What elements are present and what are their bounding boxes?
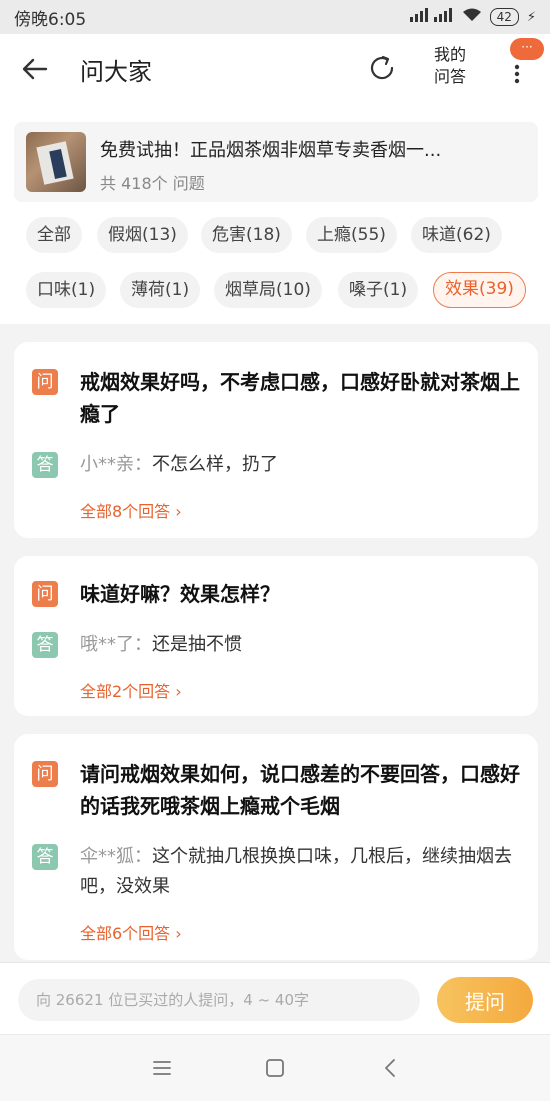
all-answers-label: 全部6个回答 bbox=[80, 924, 171, 943]
wifi-icon bbox=[462, 8, 482, 26]
ask-bar: 提问 bbox=[0, 962, 550, 1035]
ask-button[interactable]: 提问 bbox=[437, 977, 533, 1023]
menu-icon[interactable] bbox=[151, 1057, 173, 1079]
answer-text: 不怎么样，扔了 bbox=[152, 454, 278, 475]
all-answers-label: 全部8个回答 bbox=[80, 502, 171, 521]
tag-taste[interactable]: 味道(62) bbox=[411, 217, 502, 253]
tag-harm[interactable]: 危害(18) bbox=[201, 217, 292, 253]
question-badge: 问 bbox=[32, 761, 58, 787]
signal-icon bbox=[409, 8, 454, 26]
charging-icon: ⚡ bbox=[526, 9, 536, 25]
answer-badge: 答 bbox=[32, 452, 58, 478]
answer-user: 小**亲： bbox=[80, 454, 152, 475]
answer-line: 小**亲：不怎么样，扔了 bbox=[80, 450, 520, 480]
product-title: 免费试抽！正品烟茶烟非烟草专卖香烟一... bbox=[100, 140, 442, 161]
header: 问大家 我的 问答 ··· bbox=[0, 34, 550, 102]
back-arrow-icon[interactable] bbox=[20, 54, 50, 84]
answer-badge: 答 bbox=[32, 844, 58, 870]
message-badge: ··· bbox=[510, 38, 544, 60]
answer-line: 伞**狐：这个就抽几根换换口味，几根后，继续抽烟去吧，没效果 bbox=[80, 842, 520, 902]
system-nav-bar bbox=[0, 1034, 550, 1101]
tag-tobacco-bureau[interactable]: 烟草局(10) bbox=[214, 272, 322, 308]
answer-user: 伞**狐： bbox=[80, 846, 152, 867]
chevron-right-icon: › bbox=[170, 682, 182, 701]
status-icons: 42 ⚡ bbox=[409, 8, 536, 26]
page-title: 问大家 bbox=[80, 58, 152, 86]
question-text: 味道好嘛？效果怎样？ bbox=[80, 582, 280, 606]
all-answers-link[interactable]: 全部6个回答 › bbox=[80, 920, 182, 944]
tag-flavor[interactable]: 口味(1) bbox=[26, 272, 107, 308]
tag-mint[interactable]: 薄荷(1) bbox=[120, 272, 201, 308]
my-qa-button[interactable]: 我的 问答 bbox=[430, 44, 470, 88]
ask-question-input[interactable] bbox=[18, 979, 420, 1021]
question-badge: 问 bbox=[32, 369, 58, 395]
question-text: 请问戒烟效果如何，说口感差的不要回答，口感好的话我死哦茶烟上瘾戒个毛烟 bbox=[80, 762, 520, 818]
answer-user: 哦**了： bbox=[80, 634, 152, 655]
tag-all[interactable]: 全部 bbox=[26, 217, 82, 253]
question-badge: 问 bbox=[32, 581, 58, 607]
all-answers-link[interactable]: 全部2个回答 › bbox=[80, 678, 182, 702]
status-bar: 傍晚6:05 42 ⚡ bbox=[0, 0, 550, 34]
tag-throat[interactable]: 嗓子(1) bbox=[338, 272, 419, 308]
tag-fake[interactable]: 假烟(13) bbox=[97, 217, 188, 253]
all-answers-label: 全部2个回答 bbox=[80, 682, 171, 701]
question-text: 戒烟效果好吗，不考虑口感，口感好卧就对茶烟上瘾了 bbox=[80, 370, 520, 426]
answer-line: 哦**了：还是抽不惯 bbox=[80, 630, 520, 660]
back-nav-icon[interactable] bbox=[380, 1057, 402, 1079]
answer-badge: 答 bbox=[32, 632, 58, 658]
home-icon[interactable] bbox=[264, 1057, 286, 1079]
qa-card[interactable]: 问 请问戒烟效果如何，说口感差的不要回答，口感好的话我死哦茶烟上瘾戒个毛烟 答 … bbox=[14, 734, 538, 960]
more-dots-icon[interactable] bbox=[512, 62, 522, 86]
refresh-icon[interactable] bbox=[366, 52, 398, 84]
answer-text: 还是抽不惯 bbox=[152, 634, 242, 655]
product-card[interactable]: 免费试抽！正品烟茶烟非烟草专卖香烟一... 共 418个 问题 bbox=[14, 122, 538, 202]
qa-card[interactable]: 问 戒烟效果好吗，不考虑口感，口感好卧就对茶烟上瘾了 答 小**亲：不怎么样，扔… bbox=[14, 342, 538, 538]
tag-addiction[interactable]: 上瘾(55) bbox=[306, 217, 397, 253]
question-count: 共 418个 问题 bbox=[100, 174, 205, 193]
chevron-right-icon: › bbox=[170, 924, 182, 943]
tag-effect[interactable]: 效果(39) bbox=[433, 272, 526, 308]
status-time: 傍晚6:05 bbox=[14, 9, 87, 30]
product-thumbnail bbox=[26, 132, 86, 192]
qa-card[interactable]: 问 味道好嘛？效果怎样？ 答 哦**了：还是抽不惯 全部2个回答 › bbox=[14, 556, 538, 716]
battery-indicator: 42 bbox=[489, 8, 519, 26]
all-answers-link[interactable]: 全部8个回答 › bbox=[80, 498, 182, 522]
chevron-right-icon: › bbox=[170, 502, 182, 521]
